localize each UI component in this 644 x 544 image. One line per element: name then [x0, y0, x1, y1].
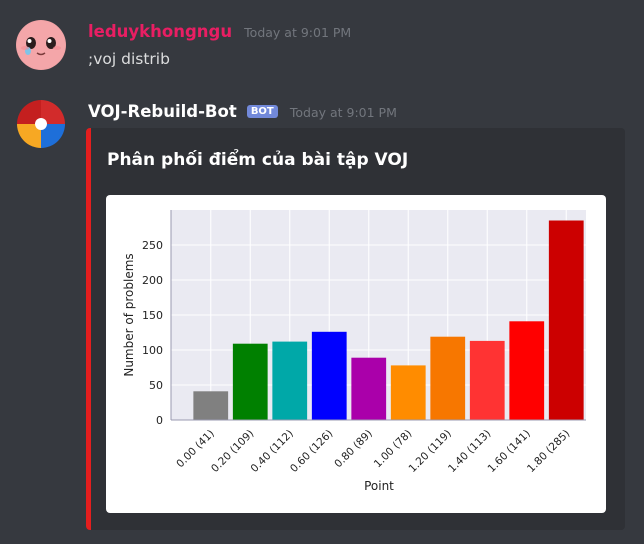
- y-tick-label: 150: [142, 309, 163, 322]
- timestamp[interactable]: Today at 9:01 PM: [244, 25, 351, 40]
- bot-avatar[interactable]: [16, 99, 66, 149]
- x-tick-label: 1.80 (285): [525, 428, 572, 475]
- y-tick-label: 250: [142, 239, 163, 252]
- message-header: VOJ-Rebuild-Bot BOT Today at 9:01 PM: [88, 102, 397, 121]
- embed-title: Phân phối điểm của bài tập VOJ: [107, 150, 409, 170]
- message-header: leduykhongngu Today at 9:01 PM: [88, 22, 351, 41]
- x-axis-label: Point: [364, 479, 394, 493]
- bar-0.20 (109): [232, 343, 268, 420]
- y-axis-label: Number of problems: [122, 253, 136, 376]
- bar-1.00 (78): [390, 365, 426, 420]
- y-tick-label: 50: [149, 379, 163, 392]
- bar-0.80 (89): [351, 357, 387, 420]
- y-tick-label: 100: [142, 344, 163, 357]
- embed: Phân phối điểm của bài tập VOJ 0 50 100 150…: [86, 128, 625, 530]
- x-tick-label: 0.60 (126): [288, 428, 335, 475]
- message-text: ;voj distrib: [88, 50, 170, 68]
- bot-logo-icon: [16, 99, 66, 149]
- bot-tag: BOT: [246, 105, 278, 118]
- bar-0.00 (41): [193, 391, 229, 420]
- bar-0.60 (126): [311, 331, 347, 420]
- x-tick-label: 0.80 (89): [332, 428, 375, 471]
- bar-chart: 050100150200250 0.00 (41)0.20 (109)0.40 …: [122, 210, 586, 493]
- face-icon: [16, 20, 66, 70]
- username[interactable]: VOJ-Rebuild-Bot: [88, 102, 237, 121]
- user-avatar[interactable]: [16, 20, 66, 70]
- timestamp[interactable]: Today at 9:01 PM: [290, 105, 397, 120]
- bar-0.40 (112): [272, 341, 308, 420]
- bar-1.40 (113): [469, 340, 505, 420]
- message-user: leduykhongngu Today at 9:01 PM ;voj dist…: [0, 0, 644, 80]
- bar-1.80 (285): [548, 220, 584, 420]
- bar-1.20 (119): [430, 336, 466, 420]
- bar-1.60 (141): [509, 321, 545, 420]
- y-tick-label: 200: [142, 274, 163, 287]
- y-tick-label: 0: [156, 414, 163, 427]
- chart-image[interactable]: 0 50 100 150 200 250 0.00 (41) 0.20 (109) 0.40 …: [106, 195, 606, 513]
- username[interactable]: leduykhongngu: [88, 22, 232, 41]
